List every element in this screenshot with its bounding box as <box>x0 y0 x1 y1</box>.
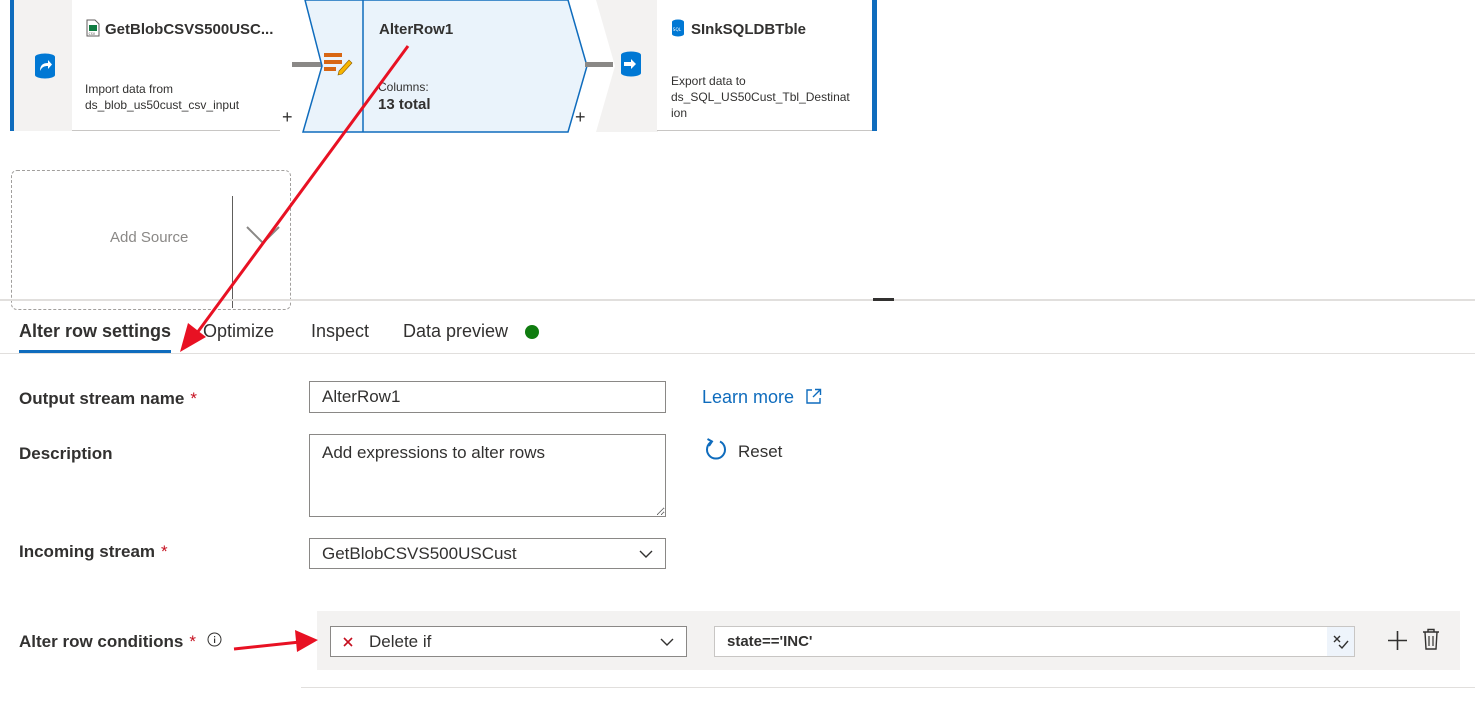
sink-node-desc-line2: ds_SQL_US50Cust_Tbl_Destinat <box>671 90 850 104</box>
tab-alter-row-settings[interactable]: Alter row settings <box>19 321 171 342</box>
blob-source-icon <box>34 53 56 84</box>
svg-text:SQL: SQL <box>673 27 682 32</box>
alter-row-icon[interactable] <box>323 51 353 82</box>
bottom-divider <box>301 687 1475 688</box>
source-node-title: GetBlobCSVS500USC... <box>105 21 274 38</box>
condition-type-select[interactable]: Delete if <box>330 626 687 657</box>
alter-node-title: AlterRow1 <box>379 21 454 38</box>
panel-divider <box>0 299 1475 301</box>
sink-database-icon <box>620 51 642 82</box>
incoming-stream-label: Incoming stream * <box>19 542 168 562</box>
required-marker: * <box>189 632 196 651</box>
source-node-desc-line1: Import data from <box>85 82 174 96</box>
description-label: Description <box>19 444 113 463</box>
delete-x-icon <box>343 632 353 652</box>
sink-node-right-border <box>872 0 877 131</box>
sink-node-desc-line1: Export data to <box>671 74 746 88</box>
reset-label: Reset <box>738 441 783 461</box>
alter-row-conditions-label-text: Alter row conditions <box>19 632 184 651</box>
description-textarea[interactable]: Add expressions to alter rows <box>309 434 666 517</box>
source-node-description: Import data from ds_blob_us50cust_csv_in… <box>85 81 239 113</box>
csv-file-icon: csv <box>86 19 100 42</box>
learn-more-label: Learn more <box>702 387 795 407</box>
learn-more-link[interactable]: Learn more <box>702 387 822 410</box>
output-stream-input[interactable] <box>309 381 666 413</box>
incoming-stream-value: GetBlobCSVS500USCust <box>322 543 517 563</box>
chevron-down-icon <box>660 632 674 652</box>
expression-builder-icon[interactable] <box>1327 627 1354 656</box>
sink-node-desc-line3: ion <box>671 106 688 120</box>
required-marker: * <box>190 389 197 408</box>
add-source-separator <box>232 196 233 308</box>
source-node[interactable]: csv GetBlobCSVS500USC... Import data fro… <box>14 0 293 131</box>
alter-add-transform-button[interactable]: + <box>575 108 586 126</box>
alter-node-columns-value: 13 total <box>378 96 431 113</box>
output-stream-label: Output stream name * <box>19 389 197 409</box>
tab-optimize[interactable]: Optimize <box>203 321 274 342</box>
incoming-stream-select[interactable]: GetBlobCSVS500USCust <box>309 538 666 569</box>
tabs-divider <box>0 353 1475 354</box>
svg-text:csv: csv <box>89 31 96 36</box>
reset-button[interactable]: Reset <box>704 437 782 466</box>
source-node-desc-line2: ds_blob_us50cust_csv_input <box>85 98 240 112</box>
reset-icon <box>704 437 728 466</box>
condition-expression-input[interactable]: state=='INC' <box>714 626 1355 657</box>
add-source-button[interactable]: Add Source <box>11 170 291 310</box>
add-source-label: Add Source <box>110 229 189 246</box>
condition-expression-value: state=='INC' <box>727 633 813 650</box>
delete-condition-icon[interactable] <box>1422 628 1440 655</box>
status-dot-icon <box>525 325 539 339</box>
condition-type-value: Delete if <box>369 631 432 651</box>
add-condition-icon[interactable] <box>1387 630 1408 656</box>
tab-data-preview[interactable]: Data preview <box>403 321 508 342</box>
external-link-icon <box>805 388 822 410</box>
tab-inspect[interactable]: Inspect <box>311 321 369 342</box>
incoming-stream-label-text: Incoming stream <box>19 542 156 561</box>
sink-node-title: SInkSQLDBTble <box>691 21 807 38</box>
condition-type-content: Delete if <box>343 632 431 652</box>
alter-node-columns-label: Columns: <box>378 80 429 94</box>
sql-icon: SQL <box>671 19 685 42</box>
output-stream-label-text: Output stream name <box>19 389 185 408</box>
chevron-down-icon <box>639 544 653 564</box>
panel-resize-handle[interactable] <box>873 298 894 301</box>
source-add-transform-button[interactable]: + <box>282 108 293 126</box>
required-marker: * <box>161 542 168 561</box>
sink-node[interactable]: SQL SInkSQLDBTble Export data to ds_SQL_… <box>657 0 872 131</box>
annotation-arrow-to-conditions <box>233 630 318 652</box>
sink-node-description: Export data to ds_SQL_US50Cust_Tbl_Desti… <box>671 73 850 121</box>
info-icon[interactable] <box>207 632 222 652</box>
chevron-down-icon[interactable] <box>246 225 280 250</box>
alter-row-conditions-label: Alter row conditions * <box>19 632 222 652</box>
